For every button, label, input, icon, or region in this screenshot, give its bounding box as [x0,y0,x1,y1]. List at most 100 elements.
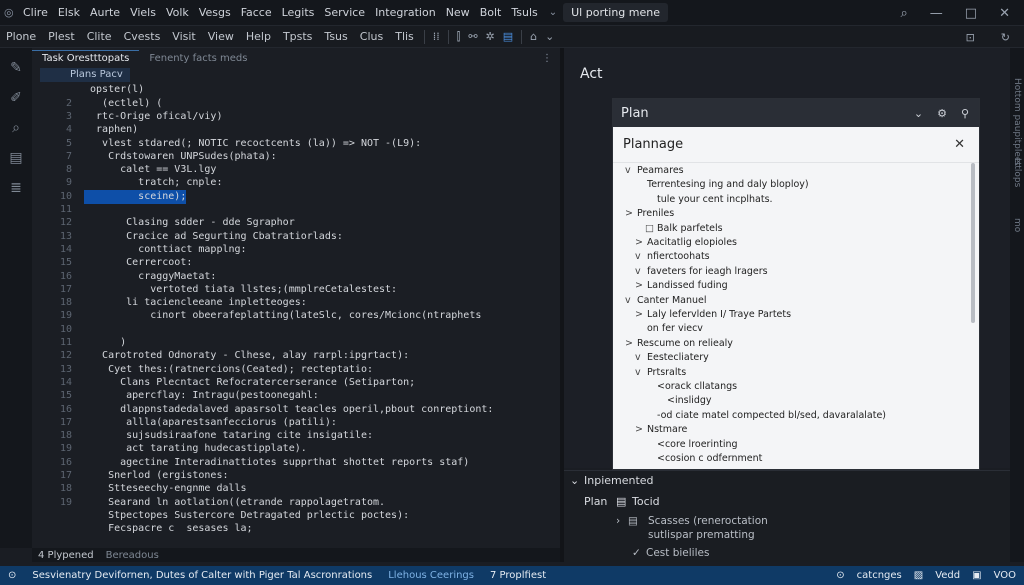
code-line[interactable]: 3 rtc-Orige ofical/viy) [32,110,560,124]
status-r1[interactable]: catcnges [857,570,902,581]
tree-twisty-icon[interactable]: > [635,424,647,435]
close-icon[interactable]: ✕ [999,6,1010,21]
menu-item[interactable]: Vesgs [194,6,236,19]
dialog-scrollbar[interactable] [971,163,975,323]
menu-item[interactable]: Aurte [85,6,125,19]
image-icon[interactable]: ▨ [914,570,923,581]
menu-item[interactable]: Viels [125,6,161,19]
code-line[interactable]: Stpectopes Sustercore Detragated prlecti… [32,509,560,523]
tree-twisty-icon[interactable]: v [635,352,647,363]
code-line[interactable]: 12 Carotroted Odnoraty - Clhese, alay ra… [32,349,560,363]
tree-twisty-icon[interactable]: > [625,208,637,219]
gear-icon[interactable]: ✲ [482,30,499,43]
tree-item[interactable]: <orack cllatangs [645,381,737,392]
code-line[interactable]: Fecspacre c sesases la; [32,522,560,536]
monitor-icon[interactable]: ▣ [972,570,981,581]
toolbar-item[interactable]: Tsus [318,30,353,43]
tree-twisty-icon[interactable]: v [635,251,647,262]
chevron-down-icon[interactable]: ⌄ [570,474,579,487]
list-icon[interactable]: ≣ [10,180,22,196]
chevron-down-icon[interactable]: ⌄ [543,7,563,18]
search-icon[interactable]: ⌕ [12,120,20,136]
tree-item[interactable]: <core lroerinting [645,439,738,450]
app-icon[interactable]: ◎ [4,6,18,19]
code-line[interactable]: 13 Cracice ad Segurting Cbatratiorlads: [32,230,560,244]
toolbar-item[interactable]: Visit [166,30,201,43]
pen-icon[interactable]: ✐ [10,90,22,106]
code-line[interactable]: 14 Clans Plecntact Refocratercerserance … [32,376,560,390]
toolbar-item[interactable]: Tlis [389,30,420,43]
tree-twisty-icon[interactable]: v [635,367,647,378]
tree-twisty-icon[interactable]: > [635,237,647,248]
tree-item[interactable]: <cosion c odfernment [645,453,762,464]
refresh-icon[interactable]: ↻ [1001,31,1010,44]
tree-item[interactable]: Terrentesing ing and daly bloploy) [635,179,809,190]
tree-twisty-icon[interactable]: > [625,338,637,349]
menu-item[interactable]: Service [319,6,370,19]
code-line[interactable]: 4 raphen) [32,123,560,137]
toolbar-item[interactable]: Help [240,30,277,43]
search-icon[interactable]: ⌕ [901,6,908,21]
menu-item[interactable]: Elsk [53,6,85,19]
code-line[interactable]: 19 cinort obeerafeplatting(lateSlc, core… [32,309,560,323]
menu-item[interactable]: Legits [277,6,320,19]
maximize-icon[interactable]: □ [965,6,977,21]
tree-item[interactable]: tule your cent incplhats. [645,194,773,205]
code-area[interactable]: l6l: opster(l)2 (ectlel) (3 rtc-Orige of… [32,66,560,540]
edit-icon[interactable]: ✎ [10,60,22,76]
tree-item[interactable]: □ Balk parfetels [645,223,723,234]
item-cest[interactable]: Cest bieliles [646,547,709,559]
tab-fenenty[interactable]: Fenenty facts meds [139,51,257,66]
more-icon[interactable]: ⋮ [534,51,560,66]
tree-twisty-icon[interactable]: > [635,309,647,320]
menu-item[interactable]: Bolt [475,6,507,19]
close-icon[interactable]: ✕ [954,137,979,152]
toolbar-item[interactable]: Tpsts [277,30,318,43]
sync-icon[interactable]: ⊙ [836,570,844,581]
branch-icon[interactable]: ⊙ [0,570,24,581]
split-icon[interactable]: ⫿ [453,30,465,44]
document-icon[interactable]: ▤ [9,150,22,166]
toolbar-item[interactable]: Plone [0,30,42,43]
link-icon[interactable]: ⚯ [464,30,481,43]
toolbar-item[interactable]: Clite [81,30,118,43]
menu-item[interactable]: New [441,6,475,19]
tree-item[interactable]: v Peamares [625,165,684,176]
tree-item[interactable]: v Canter Manuel [625,295,707,306]
code-line[interactable]: 11 [32,203,560,217]
code-line[interactable]: 16 dlappnstadedalaved apasrsolt teacles … [32,403,560,417]
code-line[interactable]: 14 conttiact mapplng: [32,243,560,257]
minimize-icon[interactable]: — [930,6,943,21]
code-line[interactable]: 10 sceine); [32,189,560,204]
lock-icon[interactable]: ⌂ [526,30,541,43]
tree-twisty-icon[interactable]: v [625,165,637,176]
item-scasses[interactable]: Scasses (reneroctation [648,515,768,527]
code-line[interactable]: 16 craggyMaetat: [32,270,560,284]
tree-item[interactable]: on fer viecv [635,323,703,334]
code-line[interactable]: 19 act tarating hudecastipplate). [32,442,560,456]
tree-item[interactable]: > Rescume on reliealy [625,338,733,349]
settings-icon[interactable]: ⚙ [937,107,947,120]
code-line[interactable]: 17 allla(aparestsanfecciorus (patili): [32,416,560,430]
tree-item[interactable]: v Eestecliatery [635,352,709,363]
lock-icon[interactable]: ⊡ [966,31,975,44]
toolbar-item[interactable]: View [202,30,240,43]
tree-item[interactable]: v faveters for ieagh lragers [635,266,768,277]
file-icon[interactable]: ▤ [499,30,517,43]
tree-item[interactable]: > Nstmare [635,424,687,435]
tab-plypened[interactable]: 4 Plypened [32,550,100,561]
grid-icon[interactable]: ⁞⁞ [429,30,444,43]
toolbar-item[interactable]: Cvests [118,30,167,43]
chevron-down-icon[interactable]: ⌄ [914,107,923,120]
code-line[interactable]: 13 Cyet thes:(ratnercions(Ceated); recte… [32,363,560,377]
toolbar-item[interactable]: Plest [42,30,81,43]
window-title[interactable]: Ul porting mene [563,3,669,22]
menu-item[interactable]: Facce [236,6,277,19]
code-line[interactable]: 18 Stteseechy-engnme dalls [32,482,560,496]
code-line[interactable]: 18 li taciencleeane inpletteoges: [32,296,560,310]
tree-item[interactable]: > Landissed fuding [635,280,728,291]
code-line[interactable]: 2 (ectlel) ( [32,97,560,111]
tree-item[interactable]: v nfierctoohats [635,251,710,262]
code-line[interactable]: 15 Cerrercoot: [32,256,560,270]
tree-twisty-icon[interactable]: v [635,266,647,277]
